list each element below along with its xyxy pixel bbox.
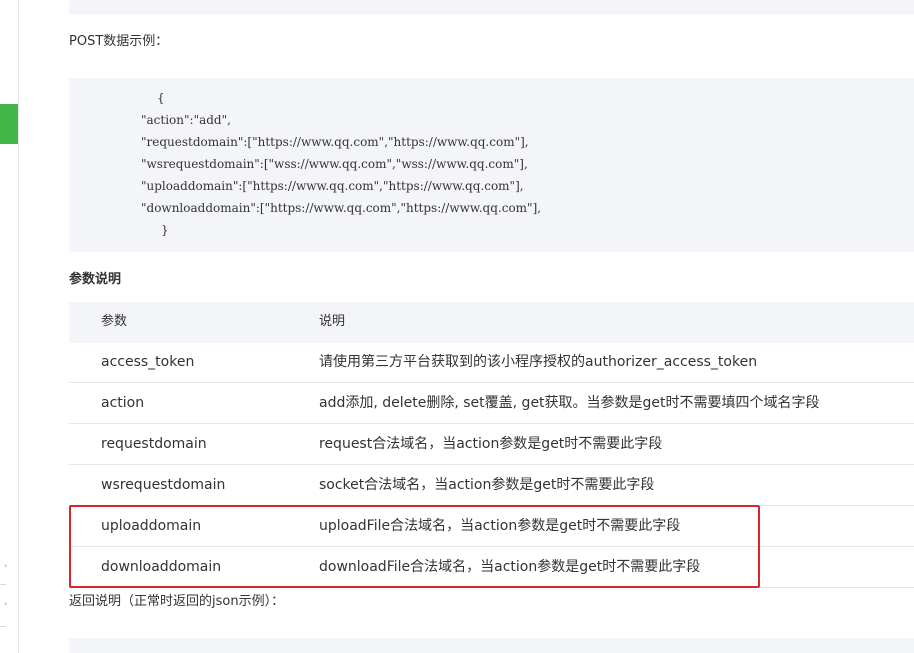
param-name: action <box>101 395 145 411</box>
return-code-block <box>69 638 914 653</box>
table-row: requestdomain request合法域名，当action参数是get时… <box>69 424 914 465</box>
code-line: "action":"add", <box>141 113 231 127</box>
code-line: "wsrequestdomain":["wss://www.qq.com","w… <box>141 157 528 171</box>
sidebar-divider <box>0 584 6 585</box>
params-heading: 参数说明 <box>69 272 122 287</box>
sidebar-divider <box>0 626 6 627</box>
column-header-param: 参数 <box>101 314 128 329</box>
column-header-desc: 说明 <box>319 314 346 329</box>
post-code-block: { "action":"add", "requestdomain":["http… <box>69 78 914 252</box>
code-line: "requestdomain":["https://www.qq.com","h… <box>141 135 529 149</box>
post-example-label: POST数据示例： <box>69 34 169 49</box>
code-line: } <box>161 223 169 237</box>
param-desc: 请使用第三方平台获取到的该小程序授权的authorizer_access_tok… <box>319 354 758 370</box>
active-nav-indicator[interactable] <box>0 104 18 144</box>
table-row: wsrequestdomain socket合法域名，当action参数是get… <box>69 465 914 506</box>
chevron-right-icon[interactable]: › <box>4 600 7 608</box>
left-sidebar-rail: › › <box>0 0 19 653</box>
chevron-right-icon[interactable]: › <box>4 562 7 570</box>
param-name: access_token <box>101 354 195 370</box>
code-line: "uploaddomain":["https://www.qq.com","ht… <box>141 179 524 193</box>
return-label: 返回说明（正常时返回的json示例）： <box>69 594 285 609</box>
table-row: access_token 请使用第三方平台获取到的该小程序授权的authoriz… <box>69 342 914 383</box>
param-desc: add添加, delete删除, set覆盖, get获取。当参数是get时不需… <box>319 395 820 411</box>
highlight-annotation-box <box>69 505 760 588</box>
code-line: { <box>157 91 165 105</box>
table-row: action add添加, delete删除, set覆盖, get获取。当参数… <box>69 383 914 424</box>
code-line: "downloaddomain":["https://www.qq.com","… <box>141 201 542 215</box>
param-desc: socket合法域名，当action参数是get时不需要此字段 <box>319 477 655 493</box>
previous-code-block <box>69 0 914 14</box>
table-header-row: 参数 说明 <box>69 302 914 343</box>
param-desc: request合法域名，当action参数是get时不需要此字段 <box>319 436 663 452</box>
param-name: requestdomain <box>101 436 207 452</box>
param-name: wsrequestdomain <box>101 477 226 493</box>
